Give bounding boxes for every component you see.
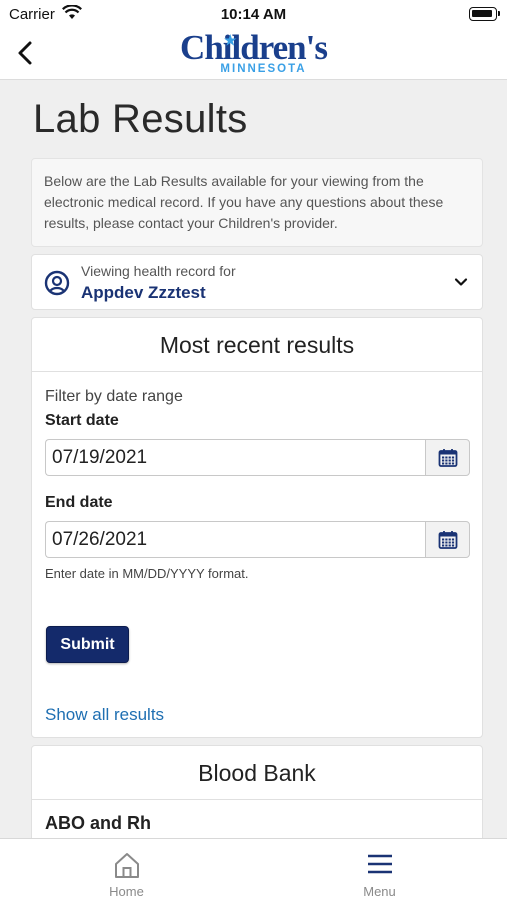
user-circle-icon (44, 270, 70, 296)
start-date-input[interactable] (45, 439, 426, 476)
status-bar: Carrier 10:14 AM (0, 0, 507, 28)
end-date-calendar-button[interactable] (425, 521, 470, 558)
clock: 10:14 AM (220, 6, 287, 23)
results-card-title: Most recent results (32, 318, 482, 372)
tab-bar: Home Menu (0, 838, 507, 900)
logo-star-icon: ★ (224, 34, 237, 49)
date-format-hint: Enter date in MM/DD/YYYY format. (45, 566, 249, 581)
results-card-body: Filter by date range Start date 07/19/20… (32, 372, 482, 597)
menu-icon (368, 854, 392, 874)
filter-label: Filter by date range (45, 388, 183, 405)
record-label: Viewing health record for (81, 263, 236, 279)
most-recent-results-card: Most recent results Filter by date range… (31, 317, 483, 738)
end-date-input[interactable] (45, 521, 426, 558)
tab-home-label: Home (109, 884, 144, 899)
childrens-logo: Children's ★ MINNESOTA (0, 30, 507, 76)
logo-name: Children's ★ (180, 30, 328, 66)
main-content: Lab Results Below are the Lab Results av… (31, 80, 483, 865)
tab-home[interactable]: Home (0, 839, 253, 900)
tab-menu-label: Menu (363, 884, 396, 899)
result-item-abo-rh[interactable]: ABO and Rh (45, 813, 151, 834)
record-name: Appdev Zzztest (81, 283, 206, 302)
calendar-icon (438, 449, 458, 467)
start-date-label: Start date (45, 412, 119, 429)
submit-button[interactable]: Submit (46, 626, 129, 663)
chevron-down-icon (454, 278, 468, 286)
start-date-calendar-button[interactable] (425, 439, 470, 476)
health-record-selector[interactable]: Viewing health record for Appdev Zzztest (31, 254, 483, 310)
start-date-row (45, 439, 470, 476)
nav-bar: Children's ★ MINNESOTA (0, 28, 507, 80)
info-box: Below are the Lab Results available for … (31, 158, 483, 247)
calendar-icon (438, 531, 458, 549)
home-icon (115, 853, 139, 878)
end-date-label: End date (45, 494, 113, 511)
page-title: Lab Results (33, 97, 248, 141)
tab-menu[interactable]: Menu (253, 839, 506, 900)
battery-icon (469, 7, 500, 21)
show-all-results-link[interactable]: Show all results (45, 705, 164, 725)
end-date-row (45, 521, 470, 558)
blood-bank-title: Blood Bank (32, 746, 482, 800)
